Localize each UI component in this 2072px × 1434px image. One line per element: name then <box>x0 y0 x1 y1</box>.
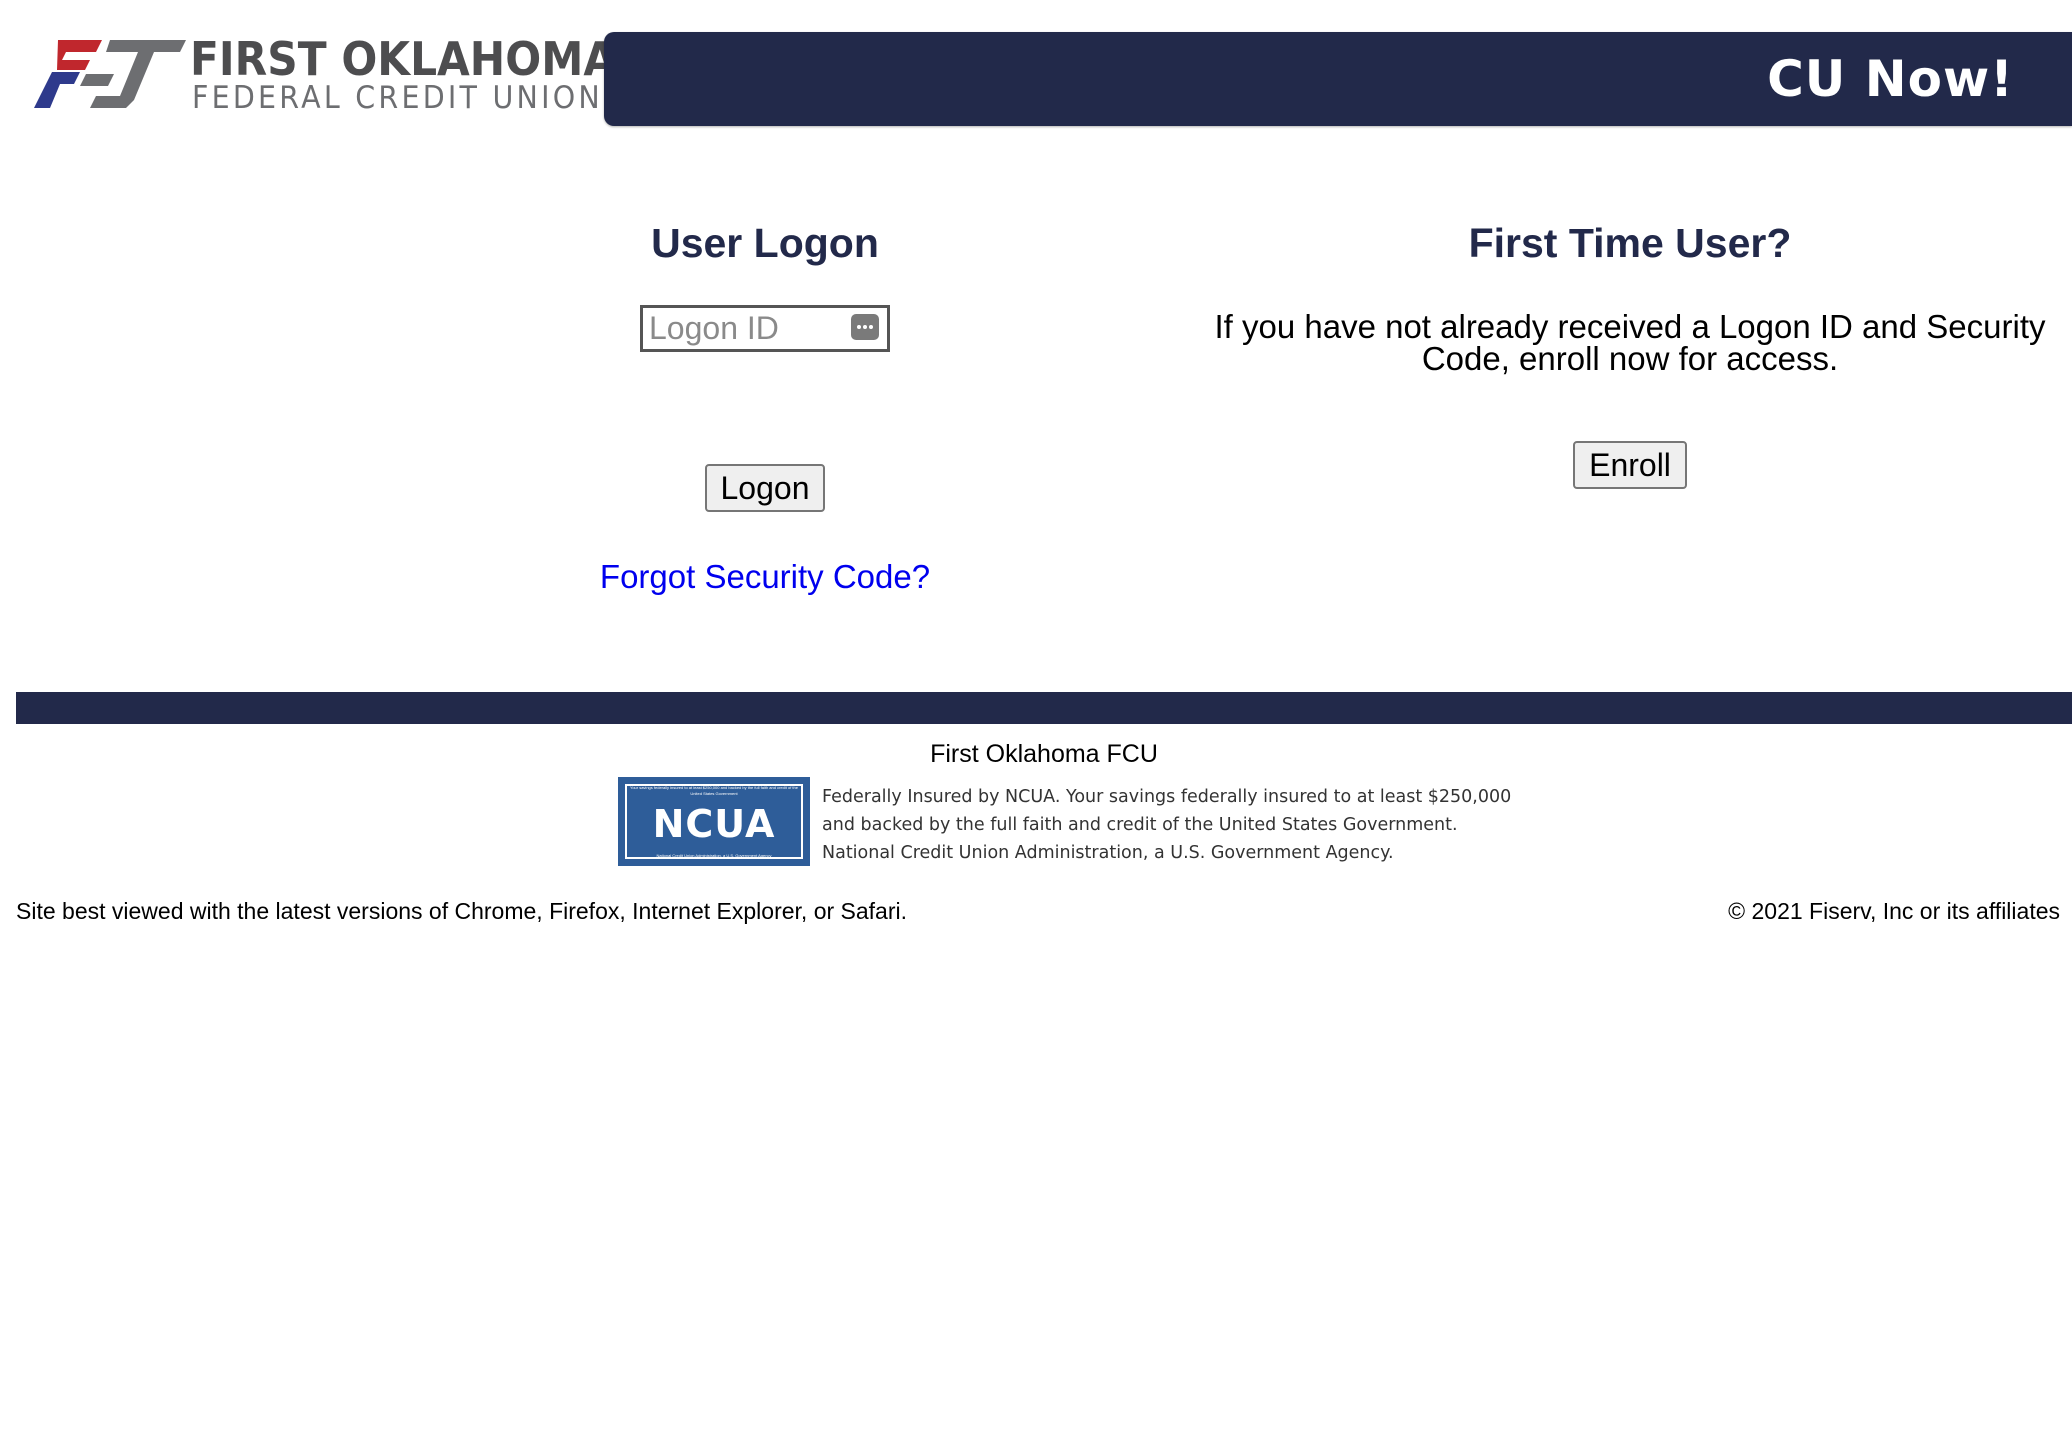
footer-divider-bar <box>16 692 2072 724</box>
logon-id-input[interactable] <box>643 308 849 348</box>
ncua-statement: Federally Insured by NCUA. Your savings … <box>822 783 1512 867</box>
copyright-text: © 2021 Fiserv, Inc or its affiliates <box>1728 898 2060 924</box>
forgot-security-code-link[interactable]: Forgot Security Code? <box>600 558 930 596</box>
header: FIRST OKLAHOMA FEDERAL CREDIT UNION CU N… <box>0 0 2072 150</box>
ncua-insurance-notice: Your savings federally insured to at lea… <box>618 777 1511 867</box>
ncua-badge: Your savings federally insured to at lea… <box>618 777 810 866</box>
page: FIRST OKLAHOMA FEDERAL CREDIT UNION CU N… <box>0 0 2072 1434</box>
ncua-badge-title: NCUA <box>652 802 776 846</box>
user-logon-heading: User Logon <box>651 220 879 266</box>
enroll-button[interactable]: Enroll <box>1573 441 1687 489</box>
first-time-user-heading: First Time User? <box>1468 220 1792 266</box>
header-banner: CU Now! <box>604 32 2072 126</box>
banner-title: CU Now! <box>1767 50 2014 108</box>
ncua-statement-line: National Credit Union Administration, a … <box>822 843 1394 863</box>
logon-button[interactable]: Logon <box>704 464 826 512</box>
enroll-button-row: Enroll <box>1200 441 2060 489</box>
ncua-statement-line: and backed by the full faith and credit … <box>822 815 1458 835</box>
credit-union-logo[interactable]: FIRST OKLAHOMA FEDERAL CREDIT UNION <box>30 30 616 130</box>
ncua-badge-bottom-text: National Credit Union Administration, a … <box>656 853 772 858</box>
user-logon-section: User Logon Logon Forgot Security Code? <box>530 215 1000 596</box>
footer-institution-name: First Oklahoma FCU <box>930 740 1158 768</box>
password-manager-icon[interactable] <box>851 314 879 340</box>
first-time-user-section: First Time User? If you have not already… <box>1200 215 2060 489</box>
logo-mark-icon <box>34 40 186 108</box>
browser-support-note: Site best viewed with the latest version… <box>16 898 908 924</box>
enroll-description: If you have not already received a Logon… <box>1214 308 2046 377</box>
logon-button-row: Logon <box>530 464 1000 512</box>
ncua-statement-line: Federally Insured by NCUA. Your savings … <box>822 787 1512 807</box>
logo-title: FIRST OKLAHOMA <box>190 32 617 86</box>
logo-subtitle: FEDERAL CREDIT UNION <box>192 80 603 116</box>
ncua-badge-top-text: Your savings federally insured to at lea… <box>630 785 798 796</box>
logon-id-field-wrapper <box>640 305 890 352</box>
